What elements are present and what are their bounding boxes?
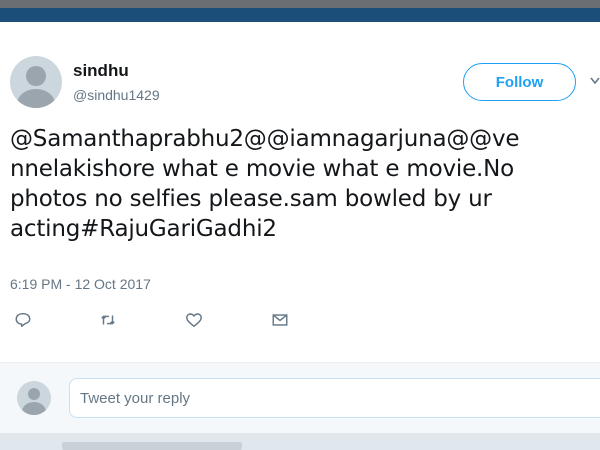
next-tweet-preview	[0, 433, 600, 450]
tweet-text-line: nnelakishore what e movie what e movie.N…	[10, 156, 515, 182]
tweet-timestamp[interactable]: 6:19 PM - 12 Oct 2017	[10, 276, 151, 292]
avatar-body-shape	[17, 89, 55, 108]
author-name[interactable]: sindhu	[73, 61, 129, 81]
avatar-head-shape	[28, 388, 40, 400]
window-top-edge	[0, 0, 600, 8]
avatar-head-shape	[26, 66, 46, 86]
avatar-body-shape	[22, 402, 46, 415]
tweet-text-line: acting#RajuGariGadhi2	[10, 216, 277, 242]
current-user-avatar[interactable]	[17, 381, 51, 415]
tweet-text-line: @Samanthaprabhu2@@iamnagarjuna@@ve	[10, 126, 520, 152]
heart-icon[interactable]	[184, 310, 204, 330]
follow-button[interactable]: Follow	[463, 63, 576, 101]
reply-input[interactable]: Tweet your reply	[69, 378, 600, 418]
author-handle[interactable]: @sindhu1429	[73, 87, 160, 103]
tweet-text: @Samanthaprabhu2@@iamnagarjuna@@ve nnela…	[10, 124, 595, 244]
retweet-icon[interactable]	[98, 310, 118, 330]
envelope-icon[interactable]	[270, 310, 290, 330]
reply-placeholder: Tweet your reply	[80, 390, 191, 407]
header-bar	[0, 8, 600, 22]
chevron-down-icon[interactable]	[590, 73, 600, 89]
tweet-text-line: photos no selfies please.sam bowled by u…	[10, 186, 492, 212]
next-tweet-header-fragment	[62, 442, 242, 450]
reply-icon[interactable]	[13, 310, 33, 330]
author-avatar[interactable]	[10, 56, 62, 108]
reply-area: Tweet your reply	[0, 363, 600, 433]
